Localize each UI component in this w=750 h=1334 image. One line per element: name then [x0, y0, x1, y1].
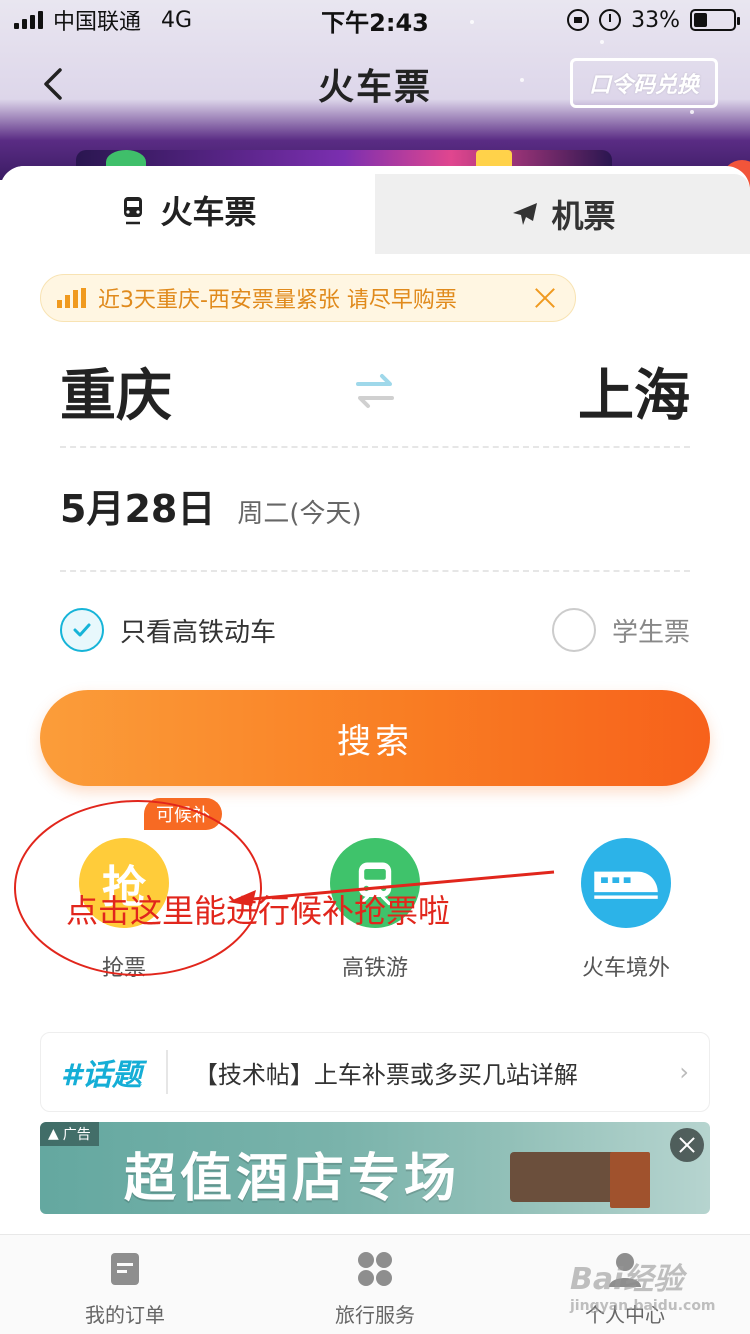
mode-tabs: 机票 火车票 — [0, 166, 750, 254]
travel-service-icon — [358, 1252, 392, 1286]
tab-train-label: 火车票 — [160, 193, 257, 231]
hotel-ad-banner[interactable]: ▲ 广告 超值酒店专场 — [40, 1122, 710, 1214]
arrival-city[interactable]: 上海 — [578, 351, 690, 432]
ad-title: 超值酒店专场 — [124, 1149, 461, 1209]
close-icon[interactable] — [531, 284, 559, 312]
high-speed-only-label: 只看高铁动车 — [120, 617, 277, 648]
orientation-lock-icon — [567, 9, 590, 31]
status-right: 33% — [567, 7, 740, 33]
ad-tag-text: 广告 — [62, 1127, 91, 1143]
shortcut-label: 高铁游 — [341, 956, 408, 981]
checkmark-icon — [60, 608, 104, 652]
notice-text: 近3天重庆-西安票量紧张 请尽早购票 — [98, 288, 457, 313]
divider — [60, 446, 690, 448]
annotation-text: 点击这里能进行候补抢票啦 — [66, 892, 451, 930]
chevron-left-icon — [44, 68, 62, 100]
trend-chart-icon — [57, 288, 86, 308]
status-bar: 中国联通 4G 下午2:43 33% — [0, 0, 750, 40]
airplane-icon — [513, 203, 538, 225]
orders-icon — [111, 1253, 139, 1285]
page-title: 火车票 — [317, 67, 432, 108]
signal-icon — [14, 11, 43, 29]
overseas-train-icon — [581, 838, 671, 928]
divider — [60, 570, 690, 572]
watermark: Bai经验 jingyan.baidu.com — [570, 1254, 716, 1314]
topic-text: 【技术帖】上车补票或多买几站详解 — [193, 1060, 578, 1089]
clock: 下午2:43 — [321, 8, 429, 37]
departure-city[interactable]: 重庆 — [60, 351, 172, 432]
code-exchange-button[interactable]: 口令码兑换 — [569, 58, 718, 108]
watermark-text: Bai经验 — [570, 1262, 684, 1297]
battery-icon — [690, 9, 740, 31]
date-selector[interactable]: 5月28日 周二(今天) — [60, 478, 362, 538]
ad-label: ▲ 广告 — [40, 1122, 99, 1146]
back-button[interactable] — [36, 62, 76, 106]
train-icon — [124, 197, 143, 225]
battery-percent: 33% — [631, 7, 680, 33]
radio-circle-icon — [551, 608, 596, 652]
tab-train[interactable]: 火车票 — [0, 166, 375, 254]
ticket-notice: 近3天重庆-西安票量紧张 请尽早购票 — [40, 274, 576, 322]
route-selector: 重庆 上海 — [60, 346, 690, 436]
camel-icon: ▲ — [48, 1126, 59, 1142]
search-options: 只看高铁动车 学生票 — [60, 606, 690, 654]
tabbar-item-orders[interactable]: 我的订单 — [0, 1235, 250, 1334]
watermark-sub: jingyan.baidu.com — [570, 1298, 716, 1314]
ad-close-button[interactable] — [670, 1128, 704, 1162]
network-label: 4G — [161, 7, 193, 33]
status-left: 中国联通 4G — [14, 4, 192, 36]
navigation-bar: 火车票 口令码兑换 — [0, 40, 750, 128]
carrier-label: 中国联通 — [53, 10, 142, 35]
tab-flight[interactable]: 机票 — [375, 174, 750, 254]
high-speed-only-checkbox[interactable]: 只看高铁动车 — [60, 608, 276, 652]
topic-bar[interactable]: #话题 【技术帖】上车补票或多买几站详解 › — [40, 1032, 710, 1112]
alarm-icon — [599, 9, 622, 31]
shelf-illustration — [610, 1152, 650, 1208]
shortcut-overseas-train[interactable]: 火车境外 — [546, 838, 706, 982]
topic-tag: #话题 — [61, 1050, 168, 1094]
chevron-right-icon: › — [679, 1058, 689, 1086]
student-ticket-radio[interactable]: 学生票 — [551, 608, 690, 652]
booking-card: 机票 火车票 近3天重庆-西安票量紧张 请尽早购票 重庆 上海 5月28日 周二… — [0, 166, 750, 1232]
search-button[interactable]: 搜索 — [40, 690, 710, 786]
date-weekday: 周二(今天) — [237, 499, 362, 529]
shortcut-label: 火车境外 — [581, 956, 670, 981]
swap-icon[interactable] — [352, 368, 398, 414]
tabbar-label: 旅行服务 — [335, 1303, 415, 1327]
tabbar-label: 我的订单 — [85, 1303, 165, 1327]
date-main: 5月28日 — [60, 487, 216, 531]
tabbar-item-travel-service[interactable]: 旅行服务 — [250, 1235, 500, 1334]
student-ticket-label: 学生票 — [611, 617, 690, 648]
tab-flight-label: 机票 — [551, 197, 616, 235]
